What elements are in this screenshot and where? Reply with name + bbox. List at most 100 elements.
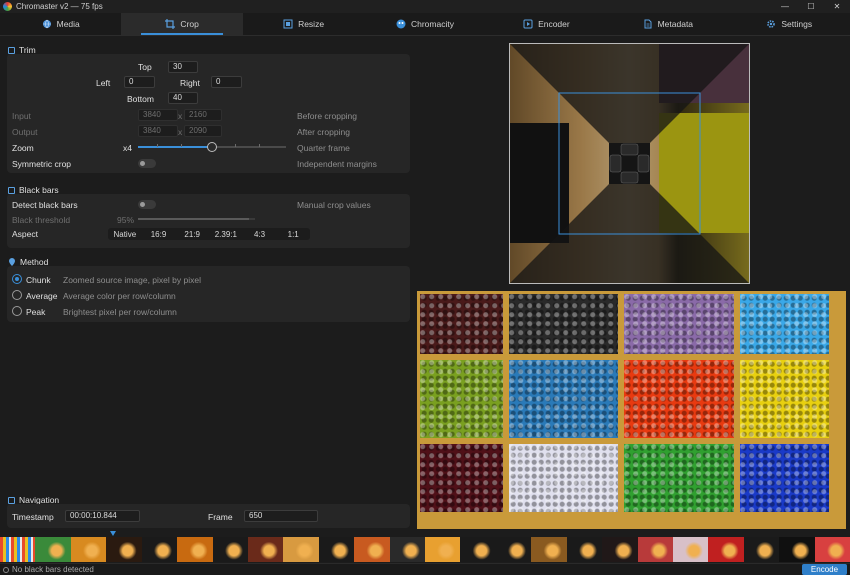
globe-icon xyxy=(42,19,51,29)
timeline-thumbnail[interactable] xyxy=(637,537,674,562)
timeline-thumbnail[interactable] xyxy=(0,537,36,562)
timeline-thumbnail[interactable] xyxy=(779,537,815,562)
aspect-option-21-9[interactable]: 21:9 xyxy=(175,228,209,240)
right-input[interactable]: 0 xyxy=(211,76,242,88)
window-title: Chromaster v2 — 75 fps xyxy=(16,2,103,11)
method-chunk-desc: Zoomed source image, pixel by pixel xyxy=(63,275,201,285)
tab-encoder[interactable]: Encoder xyxy=(486,13,607,35)
crop-icon xyxy=(8,46,15,54)
output-width-field: 3840 xyxy=(138,125,178,137)
window-controls: — ☐ ✕ xyxy=(772,0,850,13)
input-width-field: 3840 xyxy=(138,109,178,121)
document-icon xyxy=(644,19,652,29)
symmetric-crop-label: Symmetric crop xyxy=(12,159,72,169)
left-input[interactable]: 0 xyxy=(124,76,155,88)
tab-label: Media xyxy=(56,19,80,29)
timeline-thumbnail[interactable] xyxy=(531,537,567,562)
mosaic-cell xyxy=(420,294,503,354)
timeline-thumbnail[interactable] xyxy=(212,537,248,562)
timeline-thumbnail[interactable] xyxy=(354,537,390,562)
tab-label: Settings xyxy=(781,19,813,29)
top-input[interactable]: 30 xyxy=(168,61,198,73)
title-bar: Chromaster v2 — 75 fps — ☐ ✕ xyxy=(0,0,850,13)
frame-input[interactable]: 650 xyxy=(244,510,318,522)
aspect-option-native[interactable]: Native xyxy=(108,228,142,240)
method-chunk-radio[interactable] xyxy=(12,274,22,284)
timeline-thumbnail[interactable] xyxy=(673,537,709,562)
timeline-thumbnail[interactable] xyxy=(566,537,603,562)
bottom-label: Bottom xyxy=(127,94,154,104)
tab-crop[interactable]: Crop xyxy=(121,13,243,35)
mosaic-cell xyxy=(624,294,734,354)
black-threshold-label: Black threshold xyxy=(12,215,71,225)
black-bars-panel: Detect black bars Manual crop values Bla… xyxy=(7,194,410,248)
timeline-thumbnail[interactable] xyxy=(35,537,71,562)
method-average-radio[interactable] xyxy=(12,290,22,300)
timeline-thumbnail[interactable] xyxy=(389,537,426,562)
mosaic-cell xyxy=(509,294,618,354)
timeline-thumbnail[interactable] xyxy=(495,537,532,562)
method-panel: Chunk Zoomed source image, pixel by pixe… xyxy=(7,266,410,322)
timeline-thumbnail[interactable] xyxy=(106,537,142,562)
mosaic-cell xyxy=(509,360,618,438)
timeline-thumbnail[interactable] xyxy=(425,537,461,562)
color-palette-icon xyxy=(396,19,406,29)
aspect-option-2-39-1[interactable]: 2.39:1 xyxy=(209,228,243,240)
timeline-thumbnail[interactable] xyxy=(460,537,496,562)
close-icon[interactable]: ✕ xyxy=(824,0,850,13)
mosaic-cell xyxy=(740,360,829,438)
black-bars-icon xyxy=(8,186,15,194)
timeline-playhead[interactable] xyxy=(110,531,116,536)
timeline-thumbnail[interactable] xyxy=(602,537,638,562)
timeline-thumbnail[interactable] xyxy=(743,537,780,562)
method-average-desc: Average color per row/column xyxy=(63,291,176,301)
tab-resize[interactable]: Resize xyxy=(243,13,364,35)
bottom-input[interactable]: 40 xyxy=(168,92,198,104)
mosaic-cell xyxy=(740,294,829,354)
aspect-label: Aspect xyxy=(12,229,38,239)
timeline-thumbnail[interactable] xyxy=(70,537,107,562)
encoder-icon xyxy=(523,19,533,29)
input-label: Input xyxy=(12,111,31,121)
symmetric-crop-hint: Independent margins xyxy=(297,159,377,169)
aspect-option-1-1[interactable]: 1:1 xyxy=(276,228,310,240)
crop-preview[interactable] xyxy=(509,43,750,284)
minimize-icon[interactable]: — xyxy=(772,0,798,13)
tab-settings[interactable]: Settings xyxy=(729,13,850,35)
status-text: No black bars detected xyxy=(12,565,94,574)
aspect-option-16-9[interactable]: 16:9 xyxy=(142,228,176,240)
tab-metadata[interactable]: Metadata xyxy=(607,13,728,35)
method-average-label: Average xyxy=(26,291,58,301)
aspect-option-4-3[interactable]: 4:3 xyxy=(243,228,277,240)
timestamp-input[interactable]: 00:00:10.844 xyxy=(65,510,140,522)
times-sign: x xyxy=(178,111,183,121)
top-label: Top xyxy=(138,62,152,72)
tab-chromacity[interactable]: Chromacity xyxy=(364,13,485,35)
timeline-filmstrip[interactable] xyxy=(0,537,850,562)
method-peak-radio[interactable] xyxy=(12,306,22,316)
timeline-thumbnail[interactable] xyxy=(141,537,178,562)
timeline-thumbnail[interactable] xyxy=(814,537,850,562)
detect-black-bars-toggle[interactable] xyxy=(138,200,156,209)
status-bar: No black bars detected Encode xyxy=(0,563,850,575)
tab-media[interactable]: Media xyxy=(0,13,121,35)
timeline-thumbnail[interactable] xyxy=(708,537,744,562)
zoom-label: Zoom xyxy=(12,143,34,153)
encode-button[interactable]: Encode xyxy=(802,564,847,575)
times-sign: x xyxy=(178,127,183,137)
zoom-value: x4 xyxy=(123,143,132,153)
mosaic-cell xyxy=(740,444,829,512)
black-threshold-value: 95% xyxy=(117,215,135,225)
gear-icon xyxy=(767,20,776,28)
timeline-thumbnail[interactable] xyxy=(318,537,355,562)
mosaic-cell xyxy=(624,444,734,512)
zoom-slider-thumb[interactable] xyxy=(207,142,217,152)
timeline-thumbnail[interactable] xyxy=(283,537,319,562)
symmetric-crop-toggle[interactable] xyxy=(138,159,156,168)
timeline-thumbnail[interactable] xyxy=(247,537,284,562)
timeline-thumbnail[interactable] xyxy=(177,537,213,562)
method-peak-desc: Brightest pixel per row/column xyxy=(63,307,177,317)
maximize-icon[interactable]: ☐ xyxy=(798,0,824,13)
input-hint: Before cropping xyxy=(297,111,358,121)
resize-icon xyxy=(283,19,293,29)
